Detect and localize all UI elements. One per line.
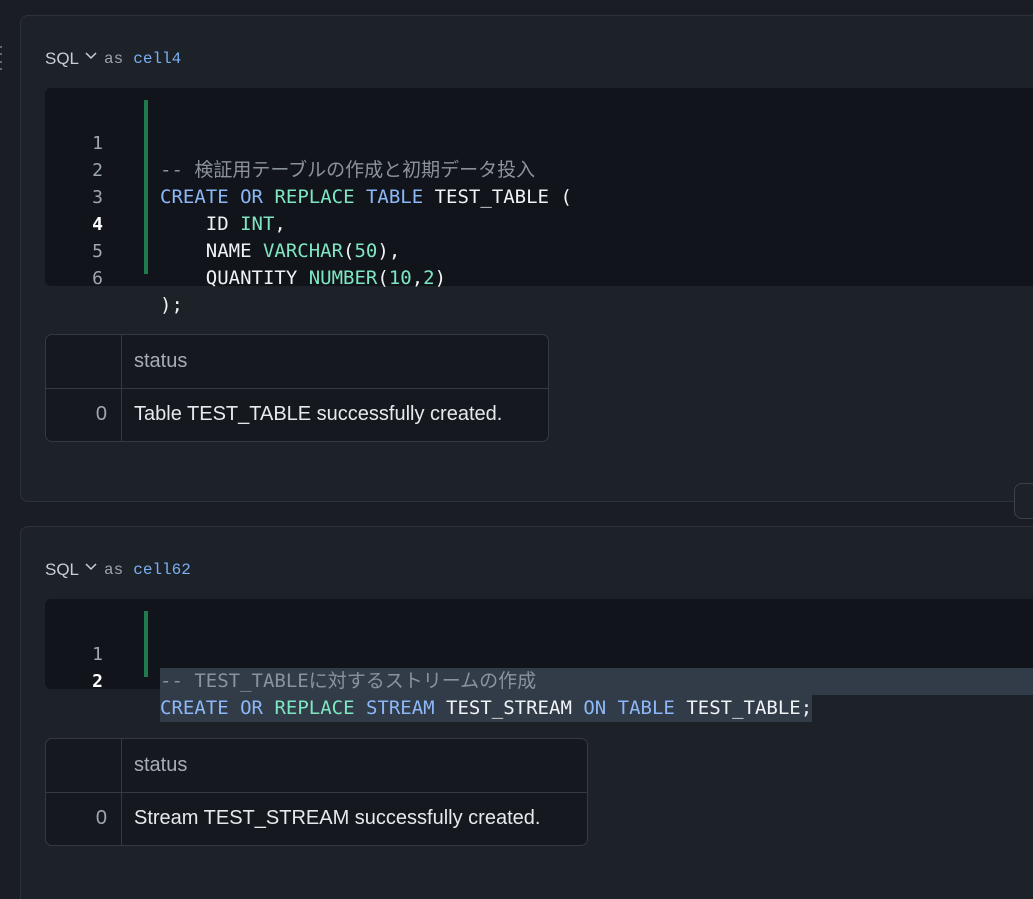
keyword: ON: [583, 697, 607, 719]
index-header-cell: [46, 739, 122, 792]
language-selector[interactable]: SQL: [45, 560, 79, 580]
code-text: TEST_TABLE;: [674, 697, 813, 719]
code-line: 2 CREATE OR REPLACE STREAM TEST_STREAM O…: [45, 641, 1033, 722]
row-index: 0: [95, 807, 107, 829]
result-table: status 0 Stream TEST_STREAM successfully…: [45, 738, 588, 846]
table-cell[interactable]: Stream TEST_STREAM successfully created.: [134, 792, 540, 845]
keyword: OR: [240, 697, 263, 719]
column-header[interactable]: status: [134, 739, 187, 792]
code-text: );: [160, 294, 183, 316]
as-label: as: [104, 561, 124, 579]
table-cell[interactable]: Table TEST_TABLE successfully created.: [134, 388, 502, 441]
chevron-down-icon[interactable]: [85, 562, 97, 572]
keyword: REPLACE: [274, 697, 355, 719]
code-line: 1 -- TEST_TABLEに対するストリームの作成: [45, 614, 1033, 695]
line-number: 6: [92, 268, 103, 289]
code-text: ,: [411, 267, 424, 289]
row-index: 0: [95, 403, 107, 425]
result-table: status 0 Table TEST_TABLE successfully c…: [45, 334, 549, 442]
table-row: 0 Table TEST_TABLE successfully created.: [46, 388, 548, 441]
notebook-cell[interactable]: SQL as cell4 1 -- 検証用テーブルの作成と初期データ投入 2 C…: [20, 15, 1033, 502]
number-literal: 10: [388, 267, 412, 289]
chevron-down-icon[interactable]: [85, 51, 97, 61]
side-panel-button[interactable]: [1014, 483, 1033, 519]
column-header[interactable]: status: [134, 335, 187, 388]
cell-header: SQL as cell4: [45, 49, 181, 69]
notebook-page: SQL as cell4 1 -- 検証用テーブルの作成と初期データ投入 2 C…: [0, 0, 1033, 899]
table-header-row: status: [46, 335, 548, 389]
code-editor[interactable]: 1 -- TEST_TABLEに対するストリームの作成 2 CREATE OR …: [45, 599, 1033, 722]
type-name: NUMBER: [308, 267, 378, 289]
table-row: 0 Stream TEST_STREAM successfully create…: [46, 792, 587, 845]
code-comment: -- TEST_TABLEに対するストリームの作成: [160, 670, 537, 692]
code-text: TEST_STREAM: [434, 697, 584, 719]
code-line: 5 QUANTITY NUMBER(10,2): [45, 211, 1033, 289]
line-number: 2: [92, 671, 103, 692]
code-text: QUANTITY: [160, 267, 309, 289]
keyword: TABLE: [617, 697, 675, 719]
code-line: 1 -- 検証用テーブルの作成と初期データ投入: [45, 103, 1033, 181]
code-editor[interactable]: 1 -- 検証用テーブルの作成と初期データ投入 2 CREATE OR REPL…: [45, 88, 1033, 316]
index-header-cell: [46, 335, 122, 388]
code-line: 3 ID INT,: [45, 157, 1033, 235]
code-text: (: [377, 267, 389, 289]
keyword: CREATE: [160, 697, 229, 719]
cell-header: SQL as cell62: [45, 560, 191, 580]
as-label: as: [104, 50, 124, 68]
code-line: 6 );: [45, 238, 1033, 316]
drag-handle-icon[interactable]: [0, 46, 4, 70]
row-index-cell: 0: [46, 792, 122, 845]
code-line: 4 NAME VARCHAR(50),: [45, 184, 1033, 262]
code-line: 2 CREATE OR REPLACE TABLE TEST_TABLE (: [45, 130, 1033, 208]
cell-name[interactable]: cell4: [133, 50, 181, 68]
keyword: STREAM: [365, 697, 435, 719]
row-index-cell: 0: [46, 388, 122, 441]
language-selector[interactable]: SQL: [45, 49, 79, 69]
number-literal: 2: [423, 267, 435, 289]
cell-name[interactable]: cell62: [133, 561, 191, 579]
notebook-cell[interactable]: SQL as cell62 1 -- TEST_TABLEに対するストリームの作…: [20, 526, 1033, 899]
table-header-row: status: [46, 739, 587, 793]
code-text: ): [434, 267, 447, 289]
